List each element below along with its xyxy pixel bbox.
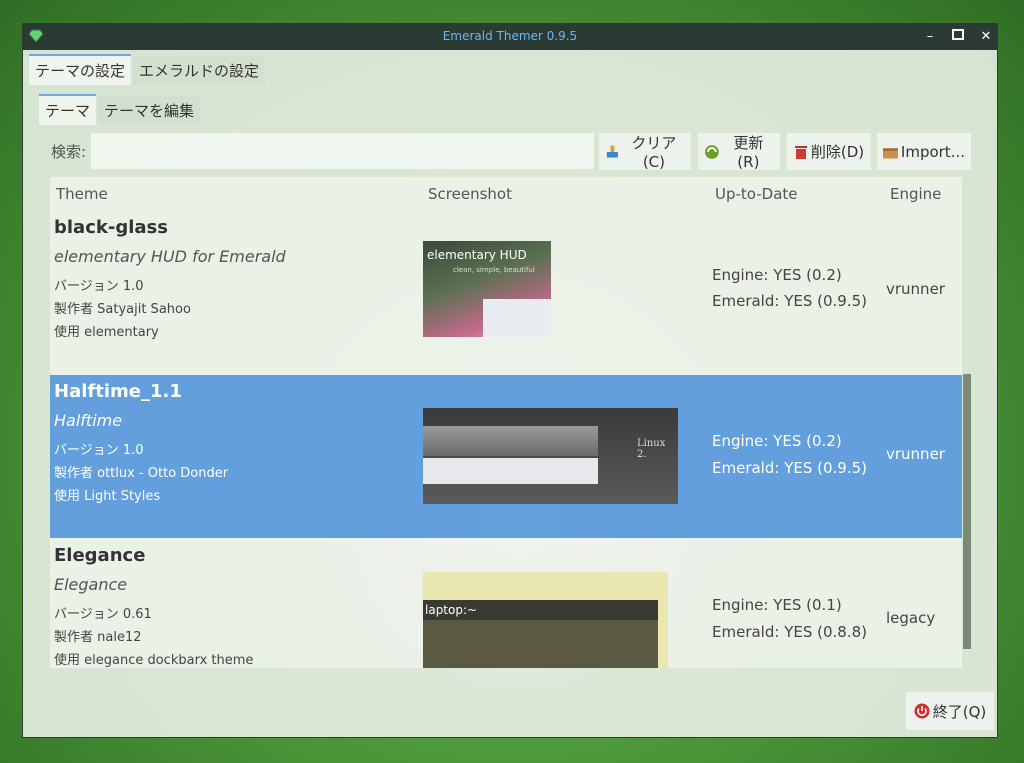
theme-row-selected[interactable]: Halftime_1.1 Halftime バージョン 1.0 製作者 ottl… <box>50 375 962 538</box>
trash-icon <box>794 145 807 159</box>
screenshot-content <box>423 458 598 484</box>
list-scrollbar[interactable] <box>963 374 971 649</box>
tab-theme-settings[interactable]: テーマの設定 <box>29 54 132 85</box>
refresh-button[interactable]: 更新(R) <box>698 133 780 171</box>
theme-engine: vrunner <box>886 280 945 298</box>
theme-row[interactable]: Elegance Elegance バージョン 0.61 製作者 nale12 … <box>50 539 962 668</box>
theme-version: バージョン 1.0 <box>54 443 144 458</box>
maximize-button[interactable] <box>949 28 967 46</box>
import-button[interactable]: Import... <box>877 133 971 170</box>
engine-status: Engine: YES (0.2) <box>712 266 842 284</box>
theme-list[interactable]: Theme Screenshot Up-to-Date Engine black… <box>50 177 962 668</box>
column-header-screenshot[interactable]: Screenshot <box>428 185 512 203</box>
tab-edit-theme[interactable]: テーマを編集 <box>98 96 201 125</box>
column-header-engine[interactable]: Engine <box>890 185 941 203</box>
screenshot-text: laptop:~ <box>425 603 478 617</box>
screenshot-window <box>483 299 551 337</box>
theme-description: Halftime <box>54 411 123 430</box>
power-icon <box>914 703 930 719</box>
column-header-theme[interactable]: Theme <box>56 185 108 203</box>
theme-use: 使用 elementary <box>54 325 159 340</box>
theme-version: バージョン 0.61 <box>54 607 152 622</box>
theme-author: 製作者 nale12 <box>54 630 142 645</box>
sub-tabs: テーマ テーマを編集 <box>39 94 202 125</box>
window-title: Emerald Themer 0.9.5 <box>442 29 578 43</box>
search-input[interactable] <box>91 133 594 169</box>
package-icon <box>883 147 898 159</box>
clear-button[interactable]: クリア(C) <box>599 133 691 171</box>
screenshot-titlebar <box>423 426 598 456</box>
theme-use: 使用 elegance dockbarx theme <box>54 653 254 668</box>
main-tabs: テーマの設定 エメラルドの設定 <box>29 54 267 85</box>
emerald-status: Emerald: YES (0.9.5) <box>712 459 867 477</box>
theme-author: 製作者 Satyajit Sahoo <box>54 302 191 317</box>
theme-screenshot: laptop:~ <box>423 572 668 668</box>
theme-screenshot: elementary HUD clean, simple, beautiful <box>423 241 551 337</box>
delete-button[interactable]: 削除(D) <box>787 133 871 170</box>
refresh-button-label: 更新(R) <box>733 134 764 171</box>
theme-row[interactable]: black-glass elementary HUD for Emerald バ… <box>50 211 962 374</box>
theme-name: Elegance <box>54 545 146 566</box>
theme-engine: legacy <box>886 609 936 627</box>
screenshot-text: Linux 2. <box>637 438 666 460</box>
tab-emerald-settings[interactable]: エメラルドの設定 <box>133 56 266 85</box>
theme-name: black-glass <box>54 217 168 238</box>
engine-status: Engine: YES (0.1) <box>712 596 842 614</box>
emerald-status: Emerald: YES (0.9.5) <box>712 292 867 310</box>
emerald-status: Emerald: YES (0.8.8) <box>712 623 867 641</box>
theme-screenshot: Linux 2. <box>423 408 678 504</box>
engine-status: Engine: YES (0.2) <box>712 432 842 450</box>
theme-version: バージョン 1.0 <box>54 279 144 294</box>
tab-themes[interactable]: テーマ <box>39 94 97 125</box>
clear-button-label: クリア(C) <box>631 134 677 171</box>
title-bar: Emerald Themer 0.9.5 – ✕ <box>23 24 997 50</box>
theme-name: Halftime_1.1 <box>54 381 182 402</box>
clear-brush-icon <box>606 145 618 158</box>
screenshot-content <box>423 620 658 668</box>
screenshot-subtitle: clean, simple, beautiful <box>453 266 535 274</box>
theme-use: 使用 Light Styles <box>54 489 161 504</box>
column-header-up-to-date[interactable]: Up-to-Date <box>715 185 798 203</box>
theme-description: elementary HUD for Emerald <box>54 247 286 266</box>
close-button[interactable]: ✕ <box>977 28 995 46</box>
theme-author: 製作者 ottlux - Otto Donder <box>54 466 229 481</box>
refresh-icon <box>704 144 719 159</box>
main-window: Emerald Themer 0.9.5 – ✕ テーマの設定 エメラルドの設定 … <box>22 23 998 738</box>
maximize-icon <box>952 29 964 40</box>
minimize-button[interactable]: – <box>921 28 939 46</box>
delete-button-label: 削除(D) <box>810 143 865 161</box>
quit-button-label: 終了(Q) <box>932 702 987 721</box>
screenshot-title: elementary HUD <box>427 248 527 262</box>
search-label: 検索: <box>51 143 87 161</box>
quit-button[interactable]: 終了(Q) <box>906 692 994 730</box>
import-button-label: Import... <box>900 142 965 161</box>
theme-description: Elegance <box>54 575 128 594</box>
theme-engine: vrunner <box>886 445 945 463</box>
